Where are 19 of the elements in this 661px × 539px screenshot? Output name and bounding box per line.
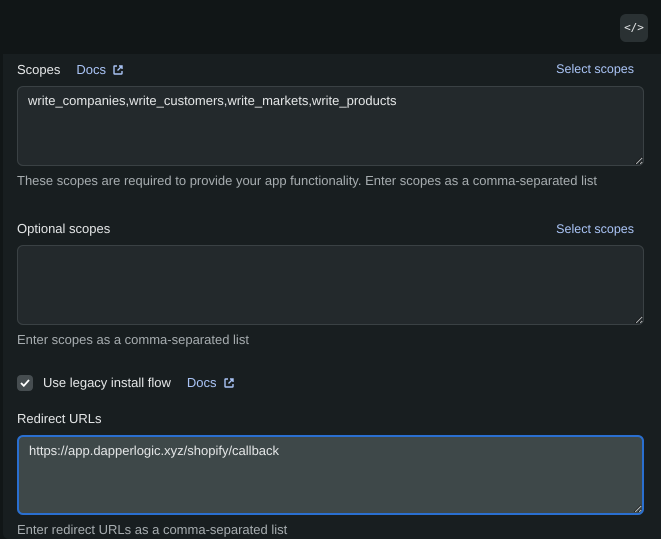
checkbox[interactable] — [17, 374, 33, 390]
external-link-icon — [222, 376, 235, 388]
external-link-icon — [112, 64, 124, 76]
checkbox-label: Use legacy install flow — [43, 374, 171, 392]
field-label: Redirect URLs — [17, 410, 102, 428]
code-button[interactable]: </> — [620, 14, 648, 42]
docs-link[interactable]: Docs — [186, 372, 235, 392]
help-text: Enter redirect URLs as a comma-separated list — [17, 520, 288, 539]
text-area-field[interactable] — [17, 245, 644, 325]
text-area-field[interactable]: write_companies,write_customers,write_markets,write_products — [17, 86, 644, 166]
docs-link[interactable]: Docs — [76, 60, 124, 80]
help-text: Enter scopes as a comma-separated list — [17, 331, 250, 349]
check-icon — [20, 378, 30, 386]
select-scopes-link[interactable]: Select scopes — [556, 60, 634, 79]
field-label: Scopes — [17, 60, 60, 79]
field-label: Optional scopes — [17, 220, 110, 238]
help-text: These scopes are required to provide your app functionality. Enter scopes as a comma-separated list — [17, 172, 598, 190]
select-scopes-link[interactable]: Select scopes — [556, 220, 634, 238]
text-area-field[interactable]: https://app.dapperlogic.xyz/shopify/callback — [17, 434, 644, 514]
